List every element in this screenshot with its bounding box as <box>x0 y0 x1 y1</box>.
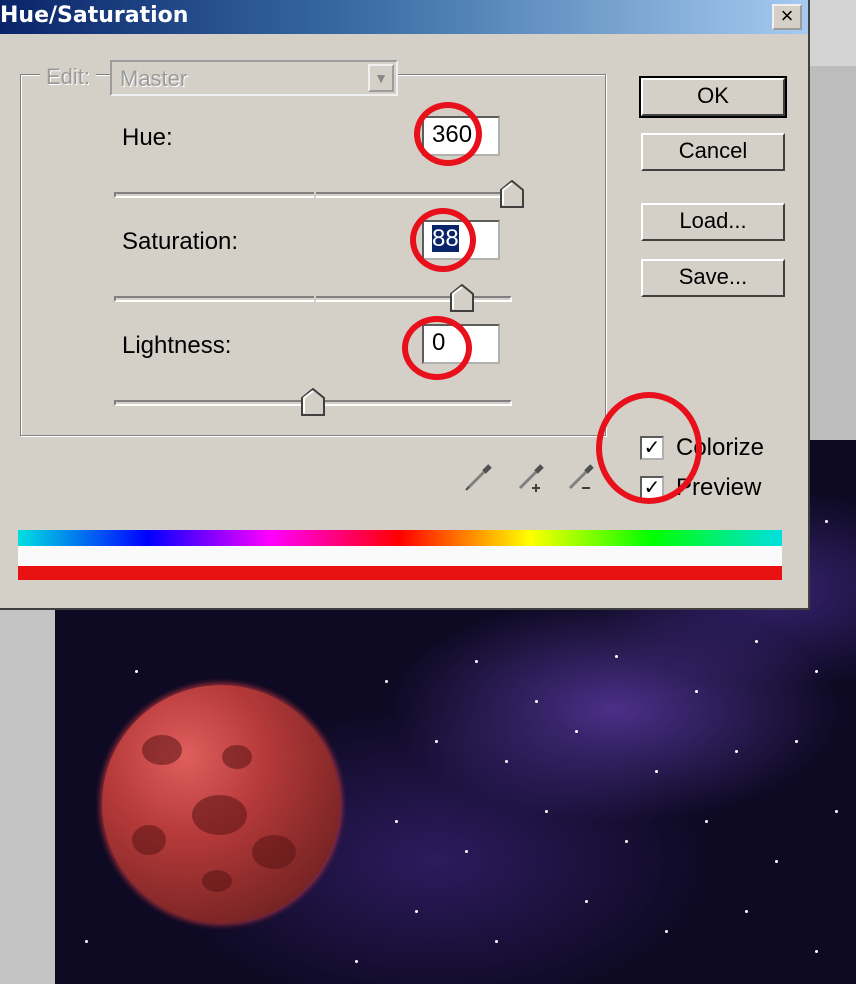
title-bar[interactable]: Hue/Saturation × <box>0 0 808 34</box>
input-spectrum-bar <box>18 530 782 546</box>
edit-select[interactable]: Master ▼ <box>110 60 398 96</box>
load-button[interactable]: Load... <box>641 203 785 241</box>
saturation-label: Saturation: <box>122 228 239 255</box>
dropdown-arrow-icon[interactable]: ▼ <box>368 64 394 92</box>
workspace-right-top <box>810 0 856 66</box>
saturation-slider-thumb[interactable] <box>450 284 474 312</box>
preview-label[interactable]: Preview <box>676 474 761 502</box>
ok-button[interactable]: OK <box>639 76 787 118</box>
save-button[interactable]: Save... <box>641 259 785 297</box>
saturation-input[interactable]: 88 <box>422 220 500 260</box>
lightness-slider-thumb[interactable] <box>301 388 325 416</box>
edit-label: Edit: <box>40 64 97 90</box>
workspace-right-panel <box>810 0 856 440</box>
saturation-value: 88 <box>432 225 459 252</box>
hue-slider-thumb[interactable] <box>500 180 524 208</box>
output-color-bar <box>18 566 782 580</box>
colorize-checkbox[interactable]: ✓ <box>640 436 664 460</box>
red-planet-image <box>102 685 340 923</box>
hue-input[interactable]: 360 <box>422 116 500 156</box>
hue-value: 360 <box>432 121 473 148</box>
colorize-label[interactable]: Colorize <box>676 434 764 462</box>
preview-checkbox[interactable]: ✓ <box>640 476 664 500</box>
hue-saturation-dialog: Hue/Saturation × Edit: Master ▼ Hue: 360… <box>0 0 810 610</box>
close-icon[interactable]: × <box>772 4 802 30</box>
spectrum-separator <box>18 546 782 566</box>
workspace-left <box>0 610 55 984</box>
lightness-value: 0 <box>432 329 446 356</box>
eyedropper-icon[interactable] <box>462 460 496 494</box>
hue-slider[interactable] <box>114 192 512 198</box>
dialog-title: Hue/Saturation <box>0 3 189 28</box>
lightness-input[interactable]: 0 <box>422 324 500 364</box>
hue-label: Hue: <box>122 124 173 151</box>
lightness-label: Lightness: <box>122 332 232 359</box>
cancel-button[interactable]: Cancel <box>641 133 785 171</box>
eyedropper-plus-icon[interactable] <box>514 460 548 494</box>
edit-select-value: Master <box>120 66 188 91</box>
eyedropper-minus-icon[interactable] <box>564 460 598 494</box>
adjustments-groupbox <box>20 74 606 436</box>
